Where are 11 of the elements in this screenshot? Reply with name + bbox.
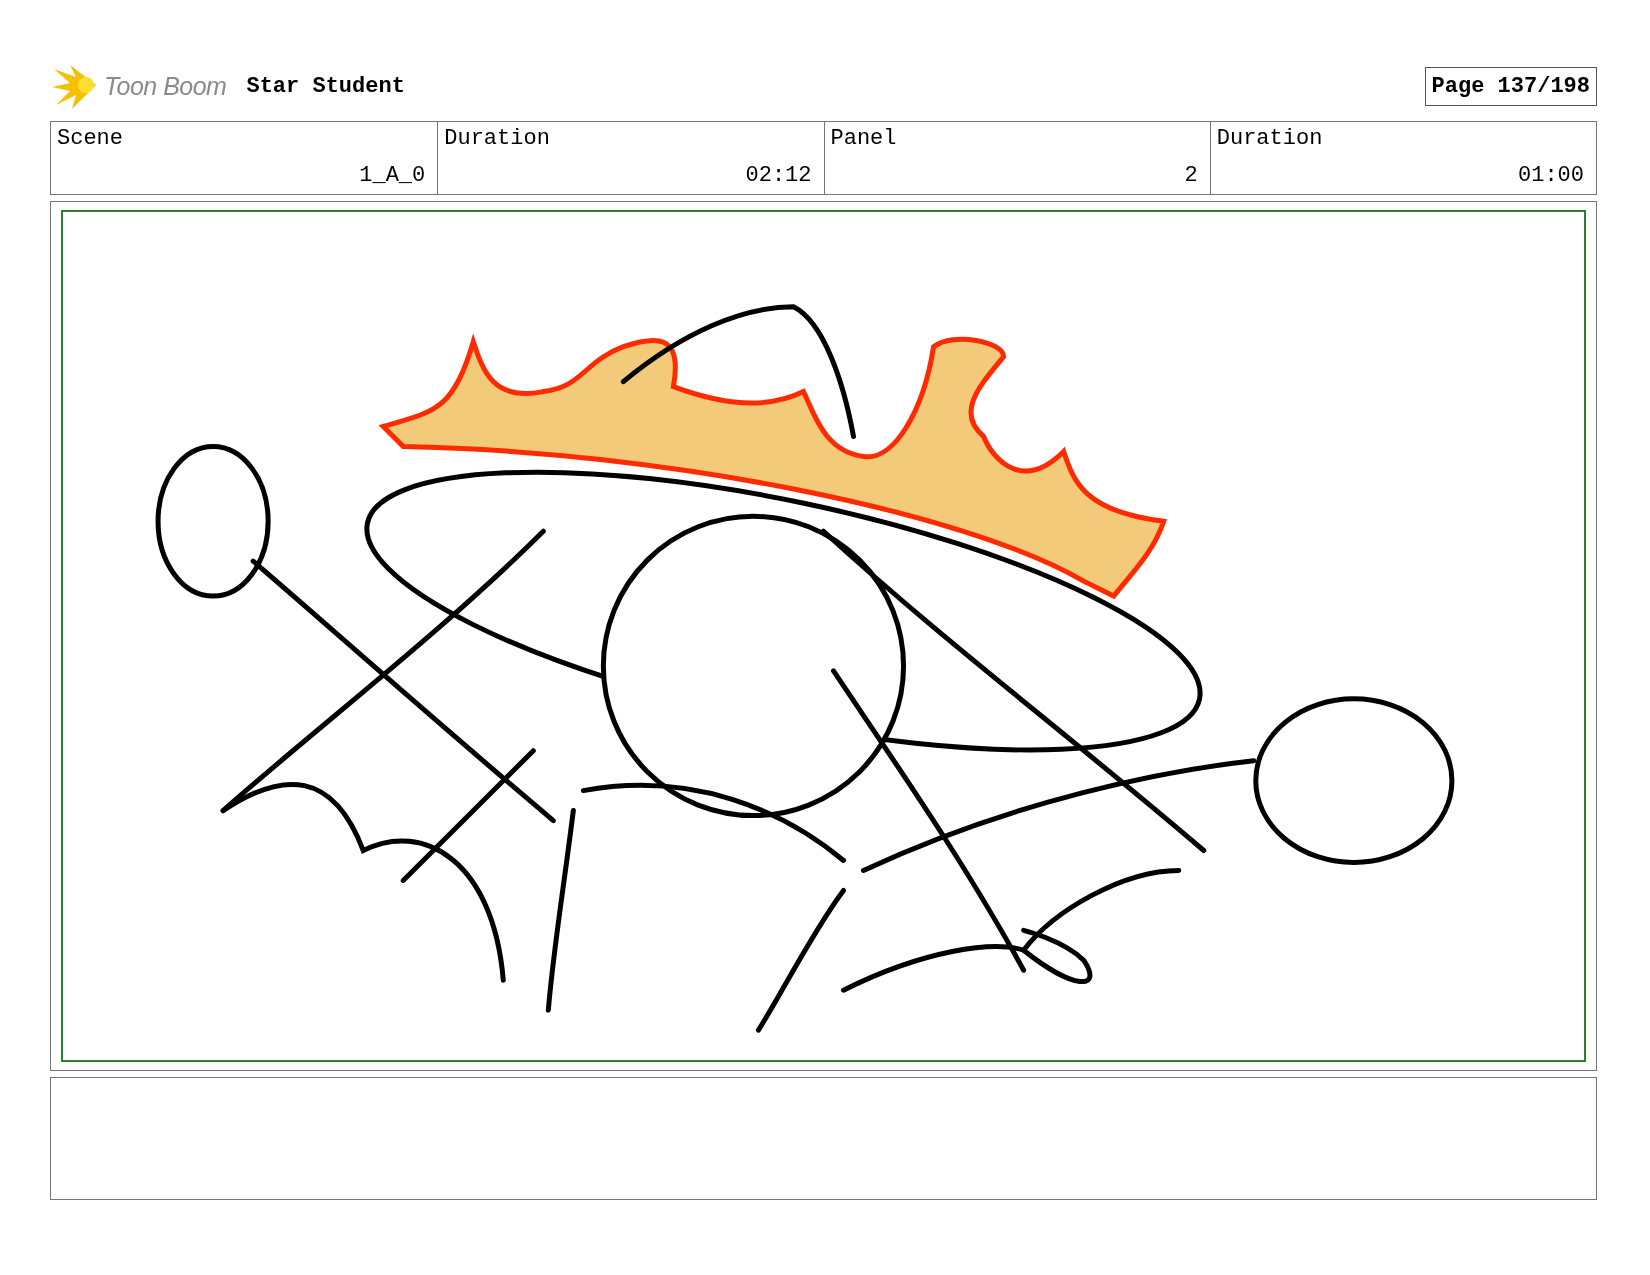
project-title: Star Student [246, 73, 405, 99]
field-value: 01:00 [1517, 163, 1584, 188]
field-label: Duration [444, 126, 551, 151]
field-label: Scene [57, 126, 124, 151]
field-label: Panel [830, 126, 898, 151]
page-number: Page 137/198 [1424, 66, 1597, 106]
brand-logo: Toon Boom [104, 71, 227, 101]
field-value: 02:12 [744, 163, 812, 188]
field-label: Duration [1216, 126, 1324, 151]
field-value: 2 [1183, 163, 1198, 188]
field-value: 1_A_0 [358, 163, 426, 188]
